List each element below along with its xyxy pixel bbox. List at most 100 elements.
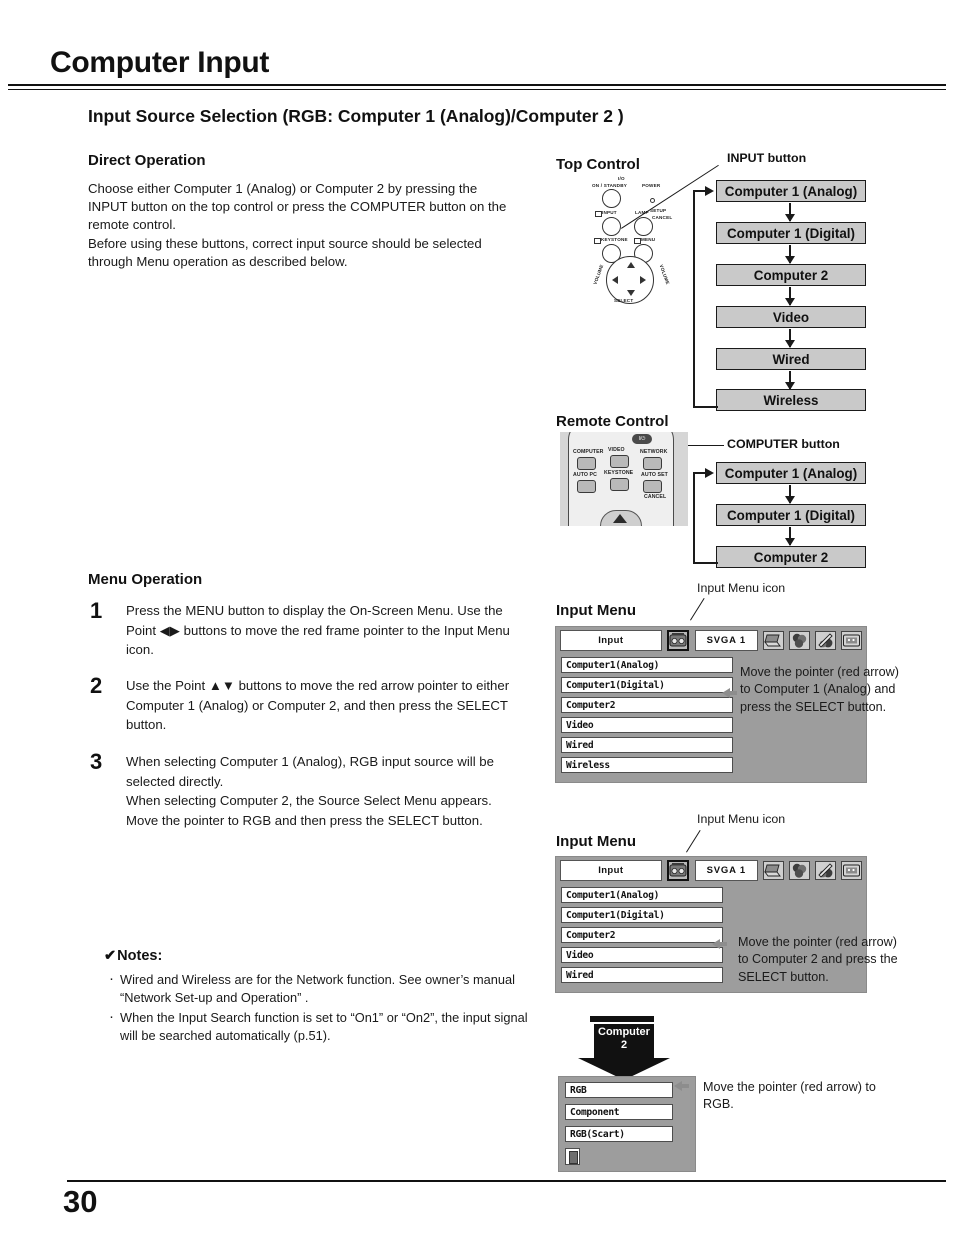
tc-standby-button[interactable] (602, 189, 621, 208)
screen-icon[interactable] (841, 860, 862, 880)
flow-top-loop-side (693, 190, 695, 408)
osd-list-item[interactable]: Video (561, 717, 733, 733)
flow-top-arrow-0 (785, 203, 795, 222)
tc-point-down-icon[interactable] (627, 290, 635, 296)
osd-system-label-1[interactable]: SVGA 1 (694, 629, 758, 651)
computer2-arrow-label-line2: 2 (620, 1039, 628, 1051)
remote-cancel-label: CANCEL (644, 494, 667, 500)
input-menu-annotation-1: Move the pointer (red arrow) to Computer… (740, 665, 899, 714)
tc-cancel-label: CANCEL (652, 215, 673, 220)
osd-list-item[interactable]: Computer1(Analog) (561, 887, 723, 903)
remote-control-illustration: I/⏻ COMPUTER VIDEO NETWORK AUTO PC KEYST… (560, 432, 688, 526)
osd-input-label-1[interactable]: Input (560, 629, 662, 651)
input-button-callout: INPUT button (727, 151, 807, 165)
direct-operation-paragraph: Choose either Computer 1 (Analog) or Com… (88, 181, 507, 269)
flow-remote-loop-side (693, 472, 695, 564)
osd-menu-bar-1: Input SVGA 1 (556, 627, 866, 653)
flow-remote-loop-bottom (693, 562, 718, 564)
input-menu-icon-callout-2: Input Menu icon (697, 812, 786, 826)
remote-power-key[interactable]: I/⏻ (632, 434, 652, 444)
tc-lamp-indicator (595, 211, 602, 217)
remote-computer-key[interactable] (577, 457, 596, 470)
computer2-arrow-label: Computer 2 (594, 1024, 654, 1058)
note-item: When the Input Search function is set to… (108, 1008, 528, 1046)
pc-adjust-icon-glyph (764, 634, 781, 646)
step-1-text: Press the MENU button to display the On-… (126, 603, 510, 658)
osd-input-label-2[interactable]: Input (560, 859, 662, 881)
osd-list-item[interactable]: Video (561, 947, 723, 963)
notes-heading: ✔Notes: (104, 948, 162, 964)
header-rule-thin (8, 89, 946, 90)
remote-network-label: NETWORK (640, 449, 668, 455)
remote-computer-label: COMPUTER (573, 449, 604, 455)
osd-list-item[interactable]: RGB(Scart) (565, 1126, 673, 1142)
source-select-list: RGB Component RGB(Scart) (559, 1077, 695, 1171)
remote-keystone-key[interactable] (610, 478, 629, 491)
flow-top-arrow-2 (785, 287, 795, 306)
flow-top-item-2: Computer 2 (716, 264, 866, 286)
flow-top-item-0: Computer 1 (Analog) (716, 180, 866, 202)
osd-list-item[interactable]: Computer1(Analog) (561, 657, 733, 673)
osd-menu-bar-2: Input SVGA 1 (556, 857, 866, 883)
input-menu-annotation-2: Move the pointer (red arrow) to Computer… (738, 935, 898, 984)
remote-autoset-key[interactable] (643, 480, 662, 493)
osd-red-arrow-tail-3 (681, 1084, 689, 1088)
flow-top-item-5: Wireless (716, 389, 866, 411)
pc-adjust-icon[interactable] (763, 860, 784, 880)
color-adjust-icon[interactable] (789, 630, 810, 650)
remote-video-label: VIDEO (608, 447, 625, 453)
tc-input-label: INPUT (602, 210, 617, 215)
note-item: Wired and Wireless are for the Network f… (108, 970, 528, 1008)
image-select-icon[interactable] (815, 860, 836, 880)
color-adjust-icon-glyph (792, 633, 807, 648)
screen-icon[interactable] (841, 630, 862, 650)
remote-point-up-icon[interactable] (613, 514, 627, 523)
header-rule-thick (8, 84, 946, 86)
tc-keystone-label: KEYSTONE (601, 237, 628, 242)
flow-top-item-3: Video (716, 306, 866, 328)
remote-autopc-key[interactable] (577, 480, 596, 493)
input-menu-icon[interactable] (666, 629, 689, 651)
tc-info-button[interactable] (634, 217, 653, 236)
tc-point-left-icon[interactable] (612, 276, 618, 284)
tc-menu-label: MENU (641, 237, 656, 242)
check-icon: ✔ (104, 948, 117, 964)
input-menu-icon-callout-1: Input Menu icon (697, 581, 786, 595)
exit-door-icon[interactable] (565, 1148, 580, 1165)
input-menu-icon-glyph (669, 632, 687, 646)
flow-remote-arrow-1 (785, 527, 795, 546)
osd-list-item[interactable]: Component (565, 1104, 673, 1120)
osd-list-item[interactable]: Computer1(Digital) (561, 677, 733, 693)
tc-point-dial[interactable] (606, 256, 654, 304)
notes-list: Wired and Wireless are for the Network f… (108, 970, 528, 1047)
computer2-arrow-label-line1: Computer (598, 1026, 650, 1038)
image-select-icon[interactable] (815, 630, 836, 650)
remote-video-key[interactable] (610, 455, 629, 468)
osd-list-item[interactable]: Wired (561, 967, 723, 983)
top-control-illustration: I/O ON / STANDBY POWER INPUT LAMP SETUP … (580, 176, 690, 306)
tc-point-right-icon[interactable] (640, 276, 646, 284)
input-menu-icon[interactable] (666, 859, 689, 881)
remote-network-key[interactable] (643, 457, 662, 470)
tc-menu-indicator (634, 238, 641, 244)
osd-system-label-2[interactable]: SVGA 1 (694, 859, 758, 881)
remote-keystone-label: KEYSTONE (604, 470, 634, 476)
osd-list-item[interactable]: Wireless (561, 757, 733, 773)
step-2-number: 2 (90, 673, 103, 698)
osd-list-item[interactable]: Computer2 (561, 927, 723, 943)
tc-input-button[interactable] (602, 217, 621, 236)
osd-list-item[interactable]: RGB (565, 1082, 673, 1098)
tc-point-up-icon[interactable] (627, 262, 635, 268)
flow-remote-loop-arrowhead (705, 468, 714, 478)
input-menu-heading-1: Input Menu (556, 602, 636, 619)
osd-list-item[interactable]: Computer1(Digital) (561, 907, 723, 923)
flow-top-loop-arrowhead (705, 186, 714, 196)
flow-top-arrow-4 (785, 371, 795, 390)
pc-adjust-icon[interactable] (763, 630, 784, 650)
color-adjust-icon[interactable] (789, 860, 810, 880)
source-select-annotation: Move the pointer (red arrow) to RGB. (703, 1080, 876, 1112)
computer-button-callout: COMPUTER button (727, 437, 840, 451)
osd-list-item[interactable]: Wired (561, 737, 733, 753)
osd-list-item[interactable]: Computer2 (561, 697, 733, 713)
remote-control-heading: Remote Control (556, 413, 669, 430)
